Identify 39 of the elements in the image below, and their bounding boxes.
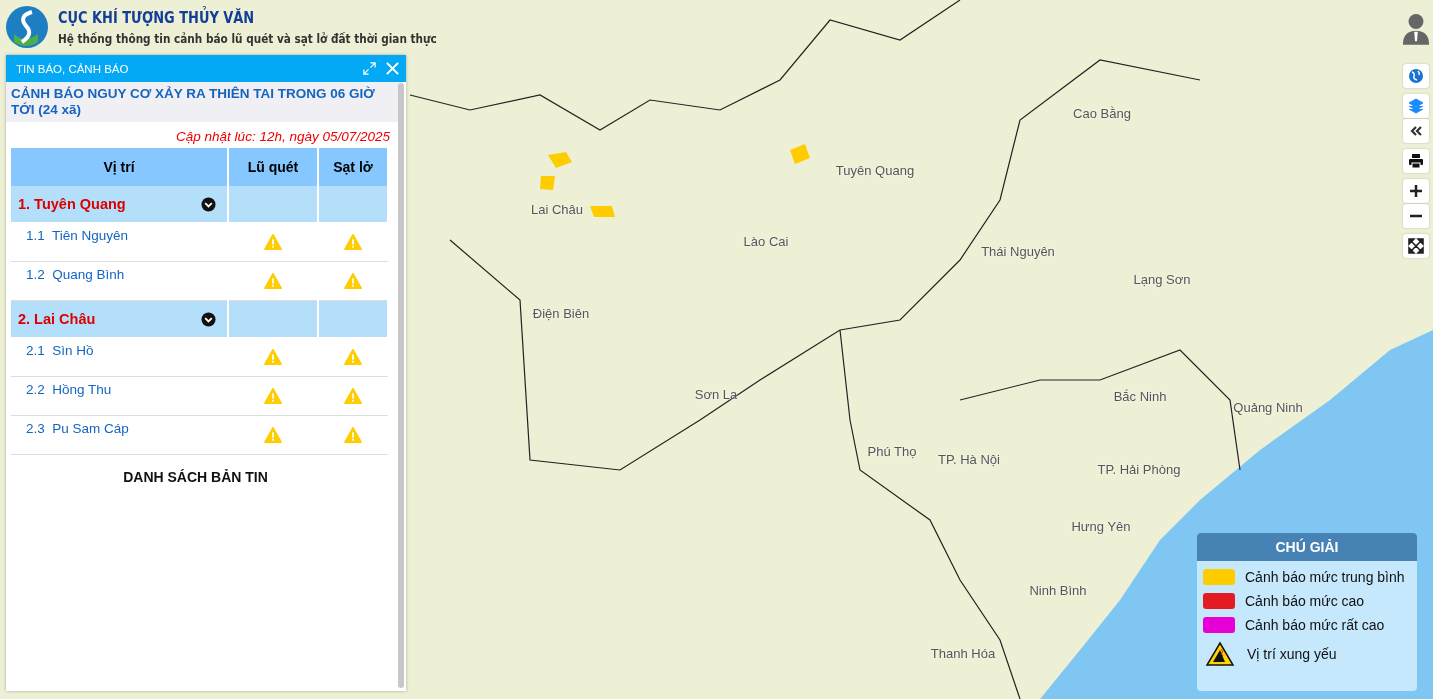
commune-name[interactable]: 2.3 Pu Sam Cáp xyxy=(11,415,228,455)
map-place-label: Thanh Hóa xyxy=(930,645,996,661)
map-place-label: Hưng Yên xyxy=(1071,518,1131,534)
legend-label: Cảnh báo mức rất cao xyxy=(1245,617,1385,633)
column-header: Lũ quét xyxy=(228,148,318,186)
map-place-label: Phú Thọ xyxy=(867,443,917,459)
system-subtitle: Hệ thống thông tin cảnh báo lũ quét và sạt lở đất thời gian thực xyxy=(58,31,437,46)
map-place-label: Lạng Sơn xyxy=(1133,271,1191,287)
legend-label: Cảnh báo mức trung bình xyxy=(1245,569,1405,585)
province-row[interactable]: 1. Tuyên Quang xyxy=(11,186,228,223)
map-place-label: Thái Nguyên xyxy=(981,243,1055,259)
map-place-label: Sơn La xyxy=(694,386,738,402)
warning-heading: CẢNH BÁO NGUY CƠ XẢY RA THIÊN TAI TRONG 06 GIỜ TỚI (24 xã) xyxy=(6,82,400,122)
map-place-label: Lai Châu xyxy=(531,201,583,217)
map-place-label: Lào Cai xyxy=(743,233,789,249)
map-place-label: Ninh Bình xyxy=(1029,582,1087,598)
commune-name[interactable]: 2.2 Hồng Thu xyxy=(11,376,228,416)
legend-title: CHÚ GIẢI xyxy=(1197,533,1417,561)
province-name: 1. Tuyên Quang xyxy=(18,196,126,212)
map-place-label: Điện Biên xyxy=(532,305,590,321)
map-place-label: Bắc Ninh xyxy=(1113,388,1167,404)
province-row[interactable]: 2. Lai Châu xyxy=(11,300,228,338)
column-header: Vị trí xyxy=(11,148,228,186)
commune-name[interactable]: 1.2 Quang Bình xyxy=(11,261,228,301)
map-place-label: Cao Bằng xyxy=(1073,105,1131,121)
map-place-label: Tuyên Quang xyxy=(835,162,915,178)
map-place-label: TP. Hà Nội xyxy=(938,451,1000,467)
panel-title: TIN BÁO, CẢNH BÁO xyxy=(16,62,130,75)
agency-title: CỤC KHÍ TƯỢNG THỦY VĂN xyxy=(58,8,256,27)
legend-label: Cảnh báo mức cao xyxy=(1245,593,1365,609)
province-name: 2. Lai Châu xyxy=(18,311,96,327)
update-time: Cập nhật lúc: 12h, ngày 05/07/2025 xyxy=(175,128,390,146)
commune-name[interactable]: 1.1 Tiên Nguyên xyxy=(11,222,228,262)
legend-label: Vị trí xung yếu xyxy=(1247,646,1337,662)
map-place-label: Quảng Ninh xyxy=(1233,399,1303,415)
bulletin-list-link[interactable]: DANH SÁCH BẢN TIN xyxy=(11,469,390,485)
column-header: Sạt lở xyxy=(318,148,388,186)
commune-name[interactable]: 2.1 Sìn Hồ xyxy=(11,337,228,377)
map-place-label: TP. Hải Phòng xyxy=(1097,461,1181,477)
